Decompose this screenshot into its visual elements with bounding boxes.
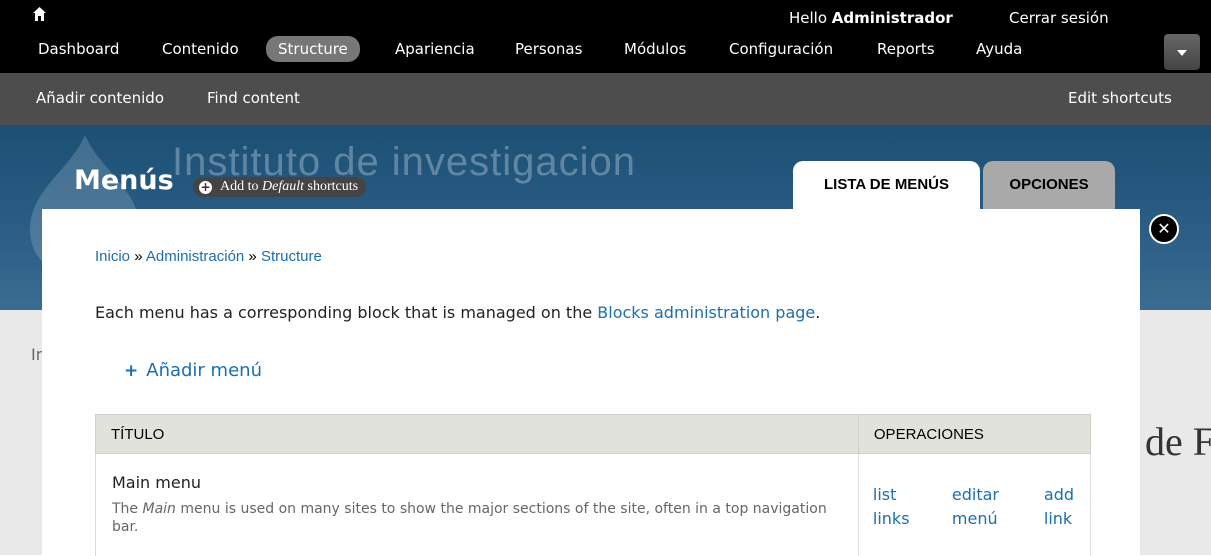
shortcut-add-content[interactable]: Añadir contenido <box>36 88 164 108</box>
nav-contenido[interactable]: Contenido <box>150 36 251 62</box>
edit-shortcuts-link[interactable]: Edit shortcuts <box>1068 88 1172 108</box>
chevron-down-icon <box>1177 50 1187 56</box>
list-links-line1: list <box>873 485 897 504</box>
menu-description-prefix: The <box>112 501 143 517</box>
table-header-row: TÍTULO OPERACIONES <box>96 415 1091 454</box>
admin-toolbar: Hello Administrador Cerrar sesión Dashbo… <box>0 0 1211 73</box>
help-text-suffix: . <box>815 303 820 322</box>
nav-structure[interactable]: Structure <box>266 36 360 62</box>
add-link-line1: add <box>1044 485 1074 504</box>
menu-title-cell: Main menu The Main menu is used on many … <box>96 454 859 556</box>
username[interactable]: Administrador <box>832 9 953 27</box>
page-title: Menús <box>74 163 174 199</box>
add-menu-link[interactable]: + Añadir menú <box>124 359 262 383</box>
nav-configuracion[interactable]: Configuración <box>717 36 845 62</box>
list-links-line2: links <box>873 509 910 528</box>
nav-apariencia[interactable]: Apariencia <box>383 36 487 62</box>
menu-description: The Main menu is used on many sites to s… <box>112 500 847 536</box>
breadcrumb-administracion[interactable]: Administración <box>146 248 244 265</box>
nav-reports[interactable]: Reports <box>865 36 947 62</box>
add-to-shortcuts-button[interactable]: + Add to Default shortcuts <box>193 177 366 197</box>
breadcrumb-inicio[interactable]: Inicio <box>95 248 130 265</box>
shortcut-add-suffix: shortcuts <box>304 179 358 194</box>
greeting: Hello Administrador <box>789 9 953 27</box>
home-icon[interactable] <box>33 7 46 21</box>
nav-dashboard[interactable]: Dashboard <box>26 36 131 62</box>
breadcrumb-structure[interactable]: Structure <box>261 248 322 265</box>
logout-link[interactable]: Cerrar sesión <box>1009 9 1109 27</box>
menu-title: Main menu <box>112 473 857 493</box>
plus-icon: + <box>124 361 138 381</box>
shortcut-find-content[interactable]: Find content <box>207 88 300 108</box>
breadcrumb-separator: » <box>130 248 146 265</box>
close-icon[interactable]: ✕ <box>1149 214 1179 244</box>
edit-menu-link[interactable]: editar menú <box>952 483 999 531</box>
help-text-prefix: Each menu has a corresponding block that… <box>95 303 597 322</box>
shortcut-set-name: Default <box>262 179 304 194</box>
edit-menu-line2: menú <box>952 509 998 528</box>
column-header-titulo: TÍTULO <box>96 415 859 454</box>
menu-description-emphasis: Main <box>143 501 176 517</box>
breadcrumb: Inicio » Administración » Structure <box>95 248 322 265</box>
operations-links: list links editar menú add link <box>860 455 1089 555</box>
shortcuts-bar: Añadir contenido Find content Edit short… <box>0 73 1211 125</box>
list-links-link[interactable]: list links <box>873 483 910 531</box>
edit-menu-line1: editar <box>952 485 999 504</box>
tab-lista-de-menus[interactable]: LISTA DE MENÚS <box>793 161 980 209</box>
nav-modulos[interactable]: Módulos <box>612 36 698 62</box>
add-icon: + <box>199 181 212 194</box>
menu-description-suffix: menu is used on many sites to show the m… <box>112 501 827 535</box>
nav-ayuda[interactable]: Ayuda <box>964 36 1034 62</box>
shortcut-add-prefix: Add to <box>220 179 262 194</box>
table-row: Main menu The Main menu is used on many … <box>96 454 1091 556</box>
add-link-line2: link <box>1044 509 1072 528</box>
toolbar-toggle-button[interactable] <box>1164 34 1200 70</box>
breadcrumb-separator: » <box>244 248 261 265</box>
tab-opciones[interactable]: OPCIONES <box>983 161 1115 209</box>
operations-cell: list links editar menú add link <box>858 454 1090 556</box>
help-text: Each menu has a corresponding block that… <box>95 302 820 324</box>
add-link-link[interactable]: add link <box>1044 483 1074 531</box>
background-page-heading: de F <box>1145 420 1211 464</box>
greeting-prefix: Hello <box>789 9 832 27</box>
add-menu-label: Añadir menú <box>146 360 262 381</box>
menus-table: TÍTULO OPERACIONES Main menu The Main me… <box>95 414 1091 556</box>
column-header-operaciones: OPERACIONES <box>858 415 1090 454</box>
blocks-admin-link[interactable]: Blocks administration page <box>597 303 815 322</box>
nav-personas[interactable]: Personas <box>503 36 594 62</box>
